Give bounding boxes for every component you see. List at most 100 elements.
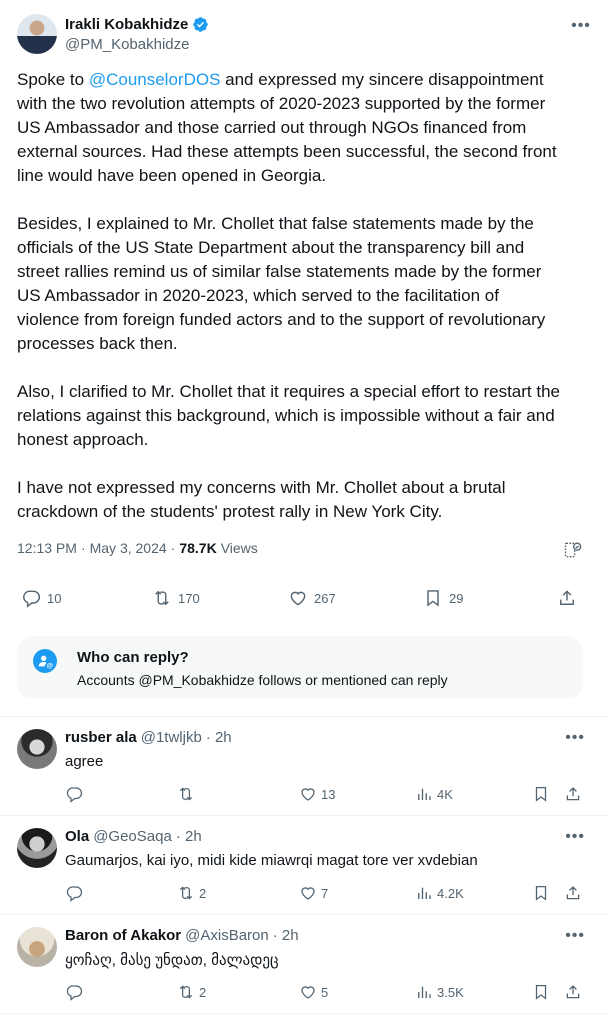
reply-avatar[interactable] [17, 927, 57, 967]
tweet-time[interactable]: 12:13 PM [17, 540, 77, 556]
views-button[interactable]: 4.2K [415, 884, 464, 902]
main-tweet: Irakli Kobakhidze @PM_Kobakhidze ••• Spo… [0, 0, 610, 716]
reply-button[interactable]: 10 [21, 588, 61, 608]
bookmark-icon [427, 590, 439, 607]
bookmark-button[interactable] [532, 785, 550, 803]
text-line: relations against this background, which… [17, 406, 555, 425]
reply-author-handle[interactable]: @1twljkb [141, 729, 202, 746]
repost-button[interactable]: 2 [177, 983, 206, 1001]
share-button[interactable] [564, 983, 582, 1001]
repost-count: 2 [199, 984, 207, 1000]
who-can-reply-card[interactable]: @ Who can reply? Accounts @PM_Kobakhidze… [17, 636, 583, 699]
text-fragment: Spoke to [17, 70, 89, 89]
text-line: and expressed my sincere disappointment [220, 70, 544, 89]
who-can-reply-title: Who can reply? [77, 649, 189, 666]
bookmark-button[interactable] [532, 983, 550, 1001]
repost-count: 2 [199, 885, 207, 901]
author-row: Irakli Kobakhidze @PM_Kobakhidze ••• [17, 14, 593, 58]
reply-text: Gaumarjos, kai iyo, midi kide miawrqi ma… [65, 852, 478, 869]
reply-header: rusber ala @1twljkb · 2h [65, 729, 232, 746]
reply-header: Ola @GeoSaqa · 2h [65, 828, 202, 845]
tweet-paragraph-2: Besides, I explained to Mr. Chollet that… [17, 212, 595, 356]
repost-icon [179, 985, 193, 999]
tweet-paragraph-3: Also, I clarified to Mr. Chollet that it… [17, 380, 595, 452]
bookmark-icon [535, 786, 547, 802]
like-button[interactable]: 7 [299, 884, 328, 902]
more-icon[interactable]: ••• [565, 729, 585, 747]
reply-avatar[interactable] [17, 729, 57, 769]
author-name-group[interactable]: Irakli Kobakhidze [65, 16, 209, 33]
reply-time[interactable]: · 2h [176, 828, 202, 845]
reply-avatar[interactable] [17, 828, 57, 868]
share-button[interactable] [564, 884, 582, 902]
views-count: 4.2K [437, 885, 464, 901]
like-button[interactable]: 13 [299, 785, 335, 803]
text-line: officials of the US State Department abo… [17, 238, 525, 257]
text-line: with the two revolution attempts of 2020… [17, 94, 546, 113]
reply-text: ყოჩაღ, მასე უნდათ, მალადეც [65, 952, 279, 969]
like-button[interactable]: 267 [288, 588, 336, 608]
divider [0, 1013, 610, 1014]
tweet-paragraph-1: Spoke to @CounselorDOS and expressed my … [17, 68, 595, 188]
tweet-text: Spoke to @CounselorDOS and expressed my … [17, 68, 595, 524]
analytics-icon[interactable] [563, 540, 583, 560]
text-line: processes back then. [17, 334, 178, 353]
reply-item[interactable]: Ola @GeoSaqa · 2h ••• Gaumarjos, kai iyo… [0, 816, 610, 915]
reply-button[interactable] [65, 884, 87, 902]
mention-link[interactable]: @CounselorDOS [89, 70, 221, 89]
share-button[interactable] [557, 588, 577, 608]
verified-badge-icon [193, 17, 209, 32]
views-button[interactable]: 3.5K [415, 983, 464, 1001]
share-icon [560, 590, 574, 605]
more-icon[interactable]: ••• [565, 828, 585, 846]
bookmark-count: 29 [449, 590, 464, 606]
reply-time[interactable]: · 2h [206, 729, 232, 746]
user-mention-icon: @ [33, 649, 57, 673]
meta-separator: · [80, 540, 86, 556]
text-line: violence from foreign funded actors and … [17, 310, 546, 329]
like-button[interactable]: 5 [299, 983, 328, 1001]
reply-icon [23, 590, 41, 608]
reply-author-handle[interactable]: @GeoSaqa [93, 828, 172, 845]
author-avatar[interactable] [17, 14, 57, 54]
reply-button[interactable] [65, 983, 87, 1001]
who-can-reply-description: Accounts @PM_Kobakhidze follows or menti… [77, 672, 448, 688]
reply-count: 10 [47, 590, 62, 606]
bookmark-button[interactable] [532, 884, 550, 902]
like-count: 13 [321, 786, 336, 802]
svg-text:@: @ [47, 662, 53, 669]
reply-author-name[interactable]: Baron of Akakor [65, 927, 181, 944]
text-line: US Ambassador in 2020-2023, which served… [17, 286, 499, 305]
views-label: Views [220, 540, 258, 556]
views-icon [418, 986, 431, 998]
text-line: Also, I clarified to Mr. Chollet that it… [17, 382, 560, 401]
reply-author-name[interactable]: Ola [65, 828, 89, 845]
tweet-date[interactable]: May 3, 2024 [90, 540, 167, 556]
bookmark-button[interactable]: 29 [423, 588, 463, 608]
reply-action-bar: 2 5 3.5K [65, 983, 585, 1003]
views-button[interactable]: 4K [415, 785, 453, 803]
reply-author-name[interactable]: rusber ala [65, 729, 137, 746]
author-handle[interactable]: @PM_Kobakhidze [65, 36, 189, 53]
repost-button[interactable] [177, 785, 199, 803]
more-icon[interactable]: ••• [565, 927, 585, 945]
author-name[interactable]: Irakli Kobakhidze [65, 16, 188, 33]
meta-separator: · [170, 540, 176, 556]
like-count: 5 [321, 984, 329, 1000]
reply-item[interactable]: rusber ala @1twljkb · 2h ••• agree 13 4K [0, 717, 610, 816]
repost-button[interactable]: 170 [152, 588, 200, 608]
reply-header: Baron of Akakor @AxisBaron · 2h [65, 927, 299, 944]
reply-item[interactable]: Baron of Akakor @AxisBaron · 2h ••• ყოჩა… [0, 915, 610, 1014]
text-line: crackdown of the students' protest rally… [17, 502, 443, 521]
reply-time[interactable]: · 2h [273, 927, 299, 944]
tweet-paragraph-4: I have not expressed my concerns with Mr… [17, 476, 595, 524]
bookmark-icon [535, 885, 547, 901]
repost-icon [179, 886, 193, 900]
share-button[interactable] [564, 785, 582, 803]
more-icon[interactable]: ••• [569, 14, 593, 38]
repost-button[interactable]: 2 [177, 884, 206, 902]
reply-button[interactable] [65, 785, 87, 803]
text-line: I have not expressed my concerns with Mr… [17, 478, 506, 497]
reply-author-handle[interactable]: @AxisBaron [185, 927, 269, 944]
views-count: 3.5K [437, 984, 464, 1000]
